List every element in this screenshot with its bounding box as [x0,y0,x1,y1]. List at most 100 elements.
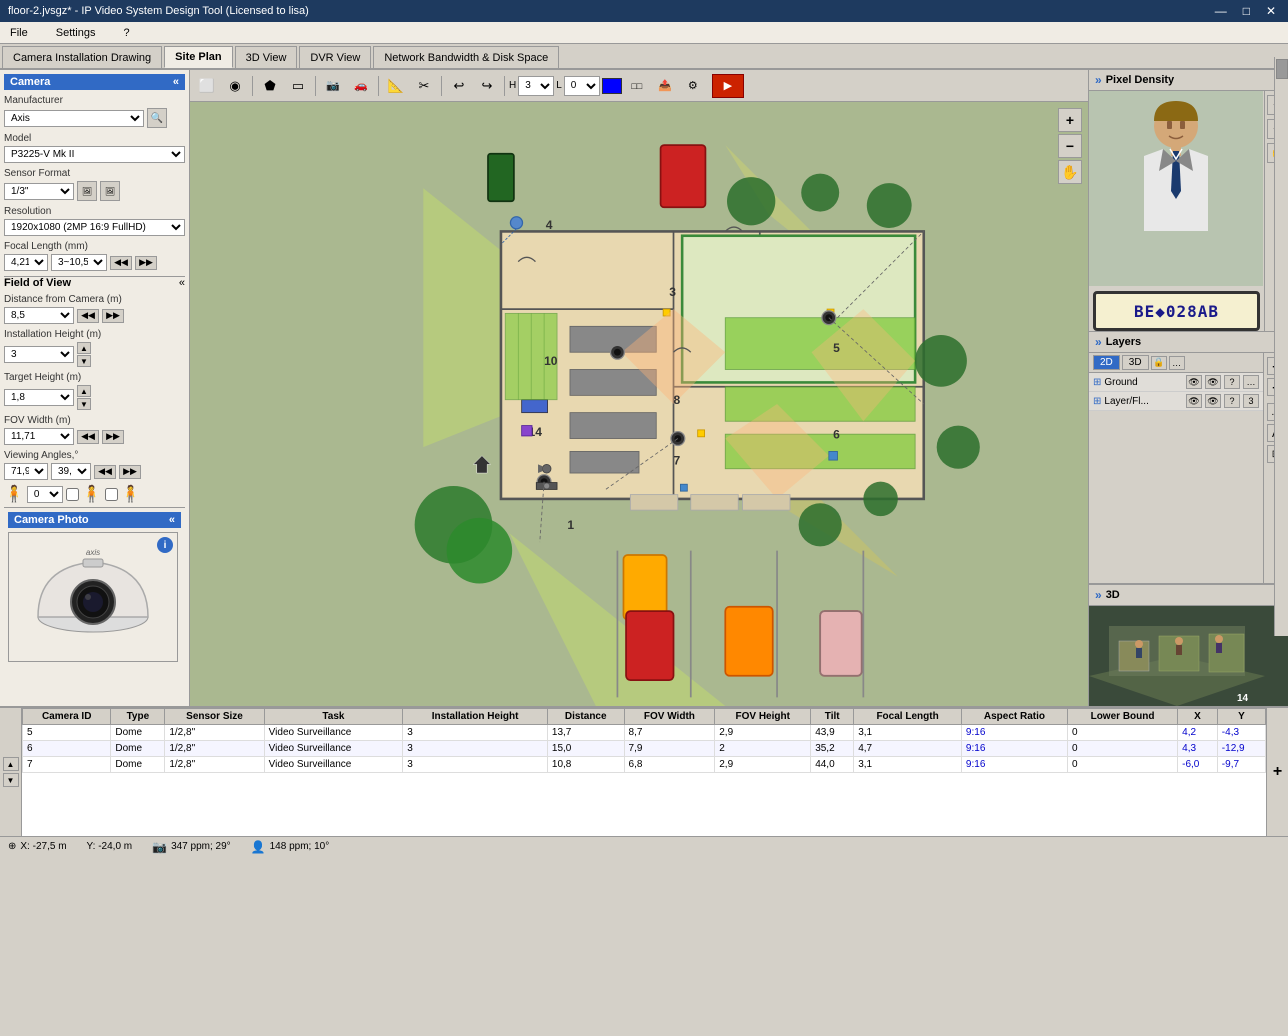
viewing-right[interactable]: ▶▶ [119,465,141,479]
person-height-select[interactable]: 0 [27,486,63,503]
bottom-table: Camera ID Type Sensor Size Task Installa… [22,708,1266,836]
table-cell: Video Surveillance [264,741,403,757]
manufacturer-search-button[interactable]: 🔍 [147,108,167,128]
layer-lock-btn[interactable]: 🔒 [1151,356,1167,370]
sensor-format-btn1[interactable]: 🖼 [77,181,97,201]
table-cell: -4,3 [1217,725,1265,741]
status-density1: 347 ppm; 29° [171,841,231,852]
sensor-format-select[interactable]: 1/3" [4,183,74,200]
viewing-angle-h[interactable]: 71,9 [4,463,48,480]
layer-floor-eye1[interactable]: 👁 [1186,394,1202,408]
target-height-down[interactable]: ▼ [77,398,91,410]
model-select[interactable]: P3225-V Mk II [4,146,185,163]
level-select[interactable]: 0 [564,76,600,96]
table-cell: 4,2 [1178,725,1218,741]
layer-ground-lock[interactable]: ? [1224,375,1240,389]
toolbar-draw-btn[interactable]: ◉ [222,74,248,98]
row-nav-up[interactable]: ▲ [3,757,19,771]
tab-3d-view[interactable]: 3D View [235,46,298,68]
camera-photo-section: Camera Photo « i axis [4,507,185,666]
layer-3d-btn[interactable]: 3D [1122,355,1149,370]
status-coords2: Y: -24,0 m [87,841,133,852]
toolbar-rect-btn[interactable]: ▭ [285,74,311,98]
table-row[interactable]: 6Dome1/2,8"Video Surveillance315,07,9235… [23,741,1266,757]
toolbar-export-btn[interactable]: 📤 [652,74,678,98]
focal-length-select1[interactable]: 4,21 [4,254,48,271]
pan-btn[interactable]: ✋ [1058,160,1082,184]
table-cell: Dome [111,725,165,741]
tab-dvr-view[interactable]: DVR View [299,46,371,68]
toolbar-cut-btn[interactable]: ✂ [411,74,437,98]
show-person-checkbox1[interactable] [66,488,79,501]
menu-help[interactable]: ? [117,25,135,41]
sensor-format-btn2[interactable]: 🖼 [100,181,120,201]
floor-plan[interactable]: 4 3 5 6 7 8 10 14 1 [190,102,1088,706]
table-row[interactable]: 5Dome1/2,8"Video Surveillance313,78,72,9… [23,725,1266,741]
bottom-add-btn[interactable]: + [1266,708,1288,836]
install-height-down[interactable]: ▼ [77,355,91,367]
zoom-in-btn[interactable]: + [1058,108,1082,132]
layer-floor-eye2[interactable]: 👁 [1205,394,1221,408]
status-item-density2: 👤 148 ppm; 10° [251,840,330,854]
row-nav-down[interactable]: ▼ [3,773,19,787]
viewing-angle-v[interactable]: 39,6 [51,463,91,480]
toolbar-settings-btn[interactable]: ⚙ [680,74,706,98]
toolbar-car-btn[interactable]: 🚗 [348,74,374,98]
fov-width-right[interactable]: ▶▶ [102,430,124,444]
resolution-select[interactable]: 1920x1080 (2MP 16:9 FullHD) [4,219,185,236]
toolbar-redo-btn[interactable]: ↪ [474,74,500,98]
model-label: Model [4,133,185,144]
fov-width-left[interactable]: ◀◀ [77,430,99,444]
tab-site-plan[interactable]: Site Plan [164,46,232,68]
minimize-button[interactable]: — [1211,4,1231,18]
distance-right-btn[interactable]: ▶▶ [102,309,124,323]
layer-floor-expand[interactable]: ⊞ [1093,396,1101,407]
table-row[interactable]: 7Dome1/2,8"Video Surveillance310,86,82,9… [23,757,1266,773]
height-select[interactable]: 3 [518,76,554,96]
toolbar-select-btn[interactable]: ⬜ [194,74,220,98]
left-panel: Camera « Manufacturer Axis 🔍 Model P3225… [0,70,190,706]
toolbar-polygon-btn[interactable]: ⬟ [257,74,283,98]
threed-viewport[interactable]: 14 [1089,606,1288,706]
layer-ground-expand[interactable]: ⊞ [1093,377,1101,388]
color-picker[interactable] [602,78,622,94]
layer-more-btn[interactable]: … [1169,356,1185,370]
install-height-select[interactable]: 3 [4,346,74,363]
layer-floor-more[interactable]: 3 [1243,394,1259,408]
layer-2d-btn[interactable]: 2D [1093,355,1120,370]
table-cell: 5 [23,725,111,741]
install-height-up[interactable]: ▲ [77,342,91,354]
toolbar-measure-btn[interactable]: 📐 [383,74,409,98]
focal-length-select2[interactable]: 3~10,5 [51,254,107,271]
menu-settings[interactable]: Settings [50,25,102,41]
target-height-select[interactable]: 1,8 [4,389,74,406]
toolbar-camera-btn[interactable]: 📷 [320,74,346,98]
layer-ground-more[interactable]: … [1243,375,1259,389]
fov-width-label: FOV Width (m) [4,415,185,426]
model-row: P3225-V Mk II [4,146,185,163]
manufacturer-select[interactable]: Axis [4,110,144,127]
target-height-up[interactable]: ▲ [77,385,91,397]
toolbar-undo-btn[interactable]: ↩ [446,74,472,98]
right-scroll-thumb[interactable] [1276,59,1288,79]
manufacturer-label: Manufacturer [4,95,185,106]
viewing-left[interactable]: ◀◀ [94,465,116,479]
tab-camera-installation[interactable]: Camera Installation Drawing [2,46,162,68]
maximize-button[interactable]: □ [1239,4,1254,18]
video-feed-btn[interactable]: ▶ [712,74,744,98]
show-person-checkbox2[interactable] [105,488,118,501]
layer-ground-eye2[interactable]: 👁 [1205,375,1221,389]
right-scrollbar[interactable] [1274,57,1288,636]
toolbar-more-btn[interactable]: □□ [624,74,650,98]
focal-right-btn[interactable]: ▶▶ [135,256,157,270]
layer-floor-lock[interactable]: ? [1224,394,1240,408]
fov-width-select[interactable]: 11,71 [4,428,74,445]
layer-ground-eye1[interactable]: 👁 [1186,375,1202,389]
menu-file[interactable]: File [4,25,34,41]
distance-left-btn[interactable]: ◀◀ [77,309,99,323]
tab-network[interactable]: Network Bandwidth & Disk Space [373,46,559,68]
focal-left-btn[interactable]: ◀◀ [110,256,132,270]
close-button[interactable]: ✕ [1262,4,1280,18]
distance-select[interactable]: 8,5 [4,307,74,324]
zoom-out-btn[interactable]: − [1058,134,1082,158]
